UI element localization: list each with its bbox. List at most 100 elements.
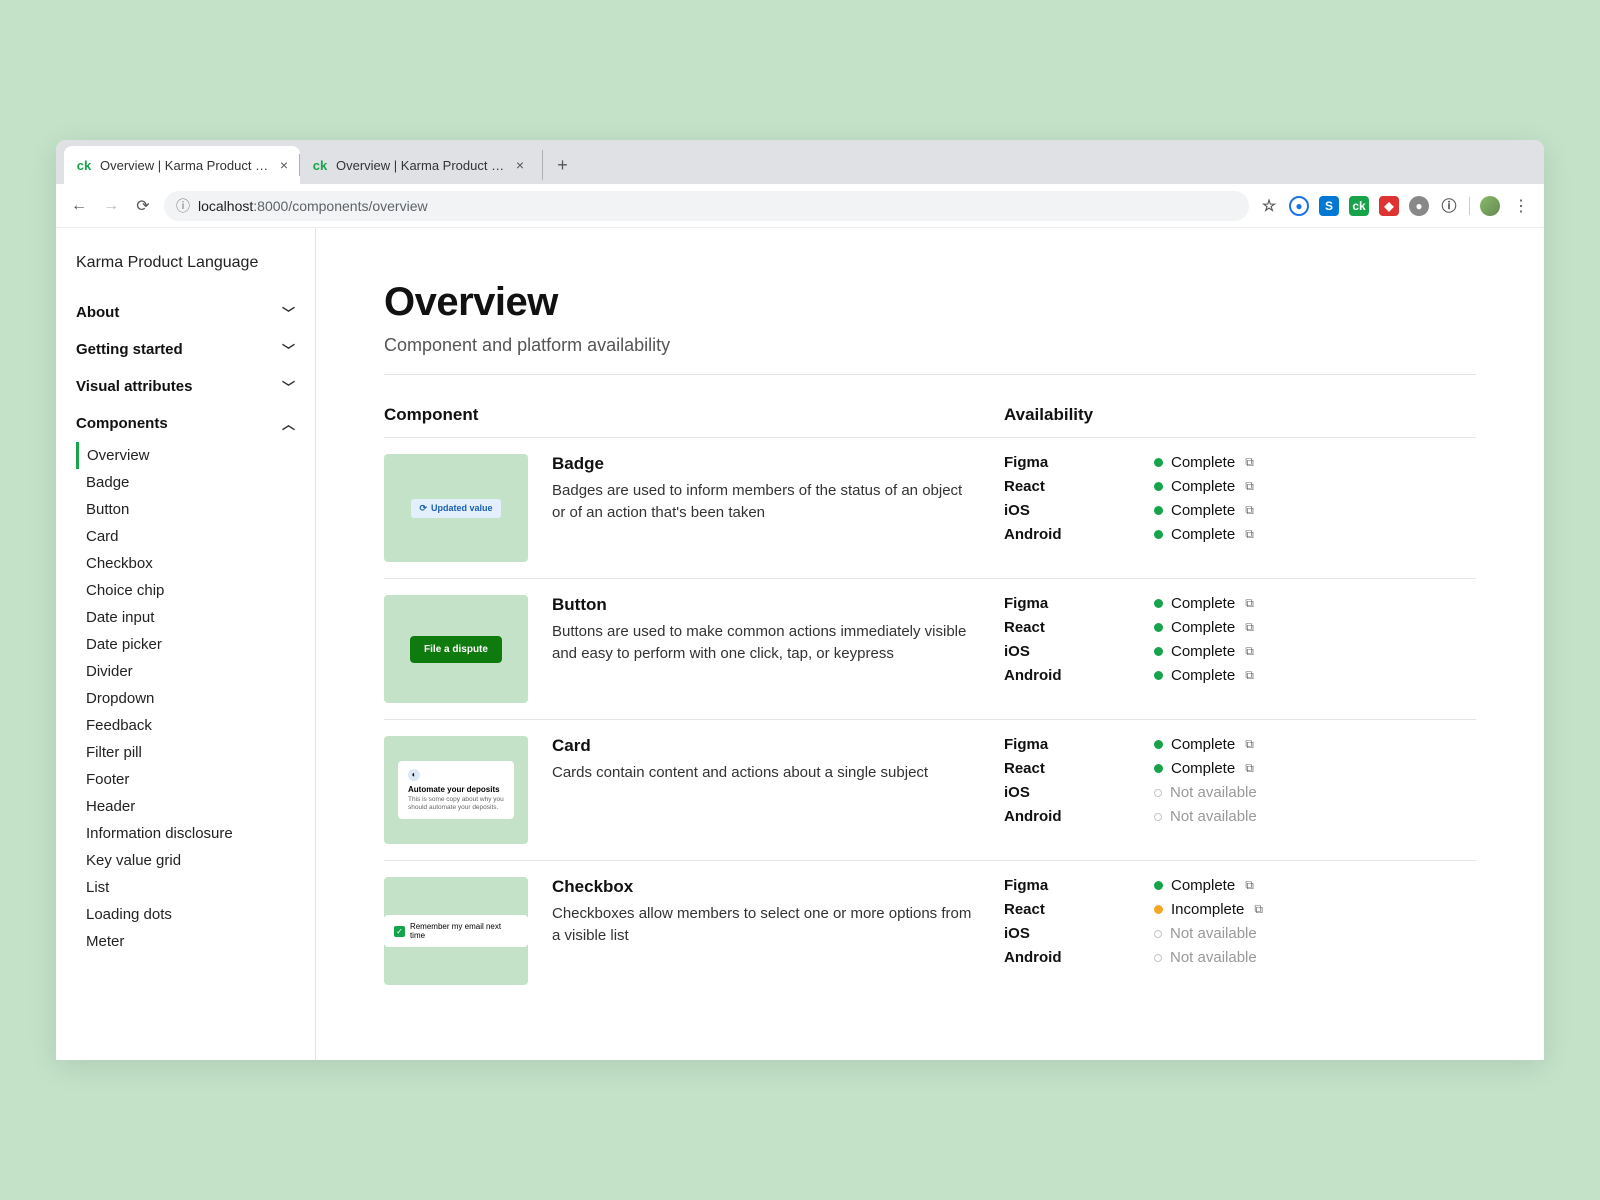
close-tab-icon[interactable]: × [280, 157, 288, 173]
status-cell: Not available [1154, 925, 1476, 942]
browser-menu-button[interactable]: ⋮ [1510, 196, 1532, 216]
component-row: ⟳Updated valueBadgeBadges are used to in… [384, 437, 1476, 578]
sidebar-section[interactable]: Getting started﹀ [76, 331, 295, 368]
new-tab-button[interactable]: + [542, 150, 572, 180]
status-cell[interactable]: Complete ⧉ [1154, 526, 1476, 543]
status-dot-icon [1154, 813, 1162, 821]
component-name[interactable]: Badge [552, 454, 976, 474]
page-title: Overview [384, 280, 1476, 325]
status-label: Incomplete [1171, 901, 1244, 918]
sidebar: Karma Product Language About﹀Getting sta… [56, 228, 316, 1060]
external-link-icon[interactable]: ⧉ [1245, 737, 1254, 752]
external-link-icon[interactable]: ⧉ [1245, 503, 1254, 518]
url-input[interactable]: ⓘ localhost:8000/components/overview [164, 191, 1249, 221]
bookmark-star-icon[interactable]: ☆ [1259, 196, 1279, 216]
external-link-icon[interactable]: ⧉ [1245, 761, 1254, 776]
status-cell[interactable]: Complete⧉ [1154, 736, 1476, 753]
reload-button[interactable]: ⟳ [132, 196, 154, 216]
chevron-down-icon: ﹀ [282, 377, 295, 396]
component-name[interactable]: Checkbox [552, 877, 976, 897]
forward-button[interactable]: → [100, 197, 122, 215]
status-dot-icon [1154, 458, 1163, 467]
external-link-icon[interactable]: ⧉ [1245, 878, 1254, 893]
close-tab-icon[interactable]: × [516, 157, 524, 173]
sidebar-item[interactable]: Date picker [76, 631, 295, 658]
extension-icon-4[interactable]: ◆ [1379, 196, 1399, 216]
status-dot-icon [1154, 789, 1162, 797]
status-label: Not available [1170, 784, 1257, 801]
sidebar-section[interactable]: About﹀ [76, 294, 295, 331]
sidebar-item[interactable]: Overview [76, 442, 295, 469]
sidebar-item[interactable]: Footer [76, 766, 295, 793]
main: Overview Component and platform availabi… [316, 228, 1544, 1060]
sidebar-item[interactable]: Checkbox [76, 550, 295, 577]
sidebar-item[interactable]: Choice chip [76, 577, 295, 604]
sidebar-item[interactable]: Dropdown [76, 685, 295, 712]
component-name[interactable]: Button [552, 595, 976, 615]
status-cell[interactable]: Complete⧉ [1154, 643, 1476, 660]
extension-info-icon[interactable]: ⓘ [1439, 196, 1459, 216]
status-cell[interactable]: Complete ⧉ [1154, 667, 1476, 684]
external-link-icon[interactable]: ⧉ [1245, 620, 1254, 635]
platform-label: React [1004, 901, 1154, 918]
status-dot-icon [1154, 530, 1163, 539]
sidebar-item[interactable]: Header [76, 793, 295, 820]
sidebar-section-label: Components [76, 415, 168, 432]
profile-avatar[interactable] [1480, 196, 1500, 216]
status-cell[interactable]: Incomplete ⧉ [1154, 901, 1476, 918]
back-button[interactable]: ← [68, 197, 90, 215]
component-thumbnail: ✓Remember my email next time [384, 877, 528, 985]
component-description: Cards contain content and actions about … [552, 762, 976, 784]
platform-label: React [1004, 478, 1154, 495]
extension-icon-5[interactable]: ● [1409, 196, 1429, 216]
sidebar-item[interactable]: Feedback [76, 712, 295, 739]
sidebar-item[interactable]: Card [76, 523, 295, 550]
status-cell[interactable]: Complete⧉ [1154, 502, 1476, 519]
status-cell[interactable]: Complete⧉ [1154, 619, 1476, 636]
browser-tab[interactable]: ckOverview | Karma Product Lan× [64, 146, 300, 184]
external-link-icon[interactable]: ⧉ [1245, 644, 1254, 659]
external-link-icon[interactable]: ⧉ [1245, 527, 1254, 542]
sidebar-section[interactable]: Components︿ [76, 405, 295, 442]
extension-icon-1[interactable]: ● [1289, 196, 1309, 216]
status-cell[interactable]: Complete⧉ [1154, 454, 1476, 471]
sidebar-item[interactable]: Date input [76, 604, 295, 631]
status-label: Complete [1171, 667, 1235, 684]
external-link-icon[interactable]: ⧉ [1245, 455, 1254, 470]
component-row: ◐Automate your depositsThis is some copy… [384, 719, 1476, 860]
sidebar-section[interactable]: Visual attributes﹀ [76, 368, 295, 405]
sidebar-item[interactable]: Meter [76, 928, 295, 955]
status-cell[interactable]: Complete⧉ [1154, 877, 1476, 894]
browser-tab[interactable]: ckOverview | Karma Product Lan× [300, 146, 536, 184]
sidebar-item[interactable]: List [76, 874, 295, 901]
sidebar-item[interactable]: Button [76, 496, 295, 523]
status-label: Complete [1171, 526, 1235, 543]
url-path: /components/overview [288, 198, 427, 214]
sidebar-item[interactable]: Divider [76, 658, 295, 685]
status-cell[interactable]: Complete⧉ [1154, 760, 1476, 777]
sidebar-item[interactable]: Filter pill [76, 739, 295, 766]
platform-label: iOS [1004, 502, 1154, 519]
favicon: ck [312, 157, 328, 173]
sidebar-item[interactable]: Key value grid [76, 847, 295, 874]
extension-icon-3[interactable]: ck [1349, 196, 1369, 216]
sidebar-item[interactable]: Information disclosure [76, 820, 295, 847]
status-dot-icon [1154, 740, 1163, 749]
platform-label: Figma [1004, 454, 1154, 471]
status-cell[interactable]: Complete⧉ [1154, 478, 1476, 495]
external-link-icon[interactable]: ⧉ [1245, 668, 1254, 683]
sidebar-item[interactable]: Loading dots [76, 901, 295, 928]
status-dot-icon [1154, 599, 1163, 608]
platform-label: Android [1004, 526, 1154, 543]
external-link-icon[interactable]: ⧉ [1254, 902, 1263, 917]
site-info-icon[interactable]: ⓘ [176, 196, 190, 216]
external-link-icon[interactable]: ⧉ [1245, 596, 1254, 611]
extension-icon-2[interactable]: S [1319, 196, 1339, 216]
external-link-icon[interactable]: ⧉ [1245, 479, 1254, 494]
site-title[interactable]: Karma Product Language [76, 254, 295, 272]
platform-label: iOS [1004, 925, 1154, 942]
col-header-component: Component [384, 405, 1004, 425]
component-name[interactable]: Card [552, 736, 976, 756]
status-cell[interactable]: Complete⧉ [1154, 595, 1476, 612]
sidebar-item[interactable]: Badge [76, 469, 295, 496]
